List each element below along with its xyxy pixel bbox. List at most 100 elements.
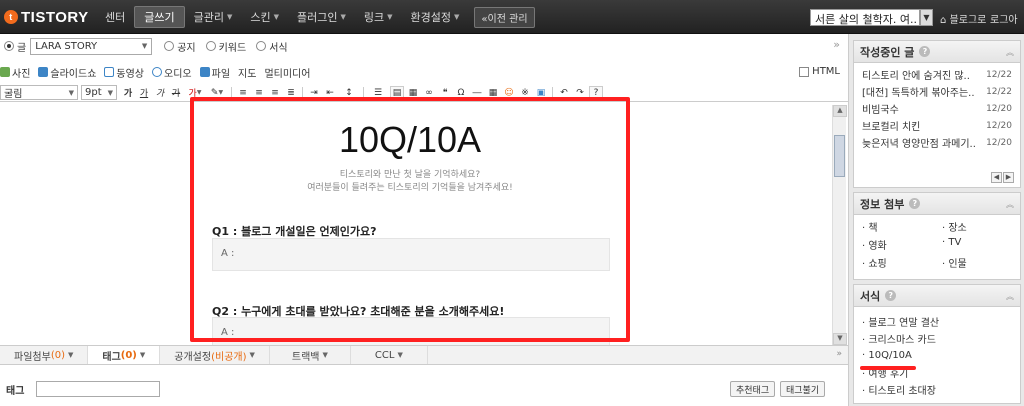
collapse-icon[interactable]: » bbox=[833, 38, 840, 51]
font-select[interactable]: 굴림 ▼ bbox=[0, 85, 78, 100]
expand-icon[interactable]: » bbox=[836, 349, 842, 359]
info-movie[interactable]: · 영화 bbox=[862, 237, 942, 252]
text-box-icon[interactable]: ▤ bbox=[390, 85, 404, 100]
help-icon[interactable]: ? bbox=[589, 85, 603, 100]
radio-keyword[interactable]: 키워드 bbox=[205, 39, 246, 54]
chevron-down-icon: ▼ bbox=[227, 13, 233, 21]
insert-audio-button[interactable]: 오디오 bbox=[152, 65, 192, 80]
prev-admin-button[interactable]: «이전 관리 bbox=[474, 6, 535, 28]
tab-trackback[interactable]: 트랙백 ▼ bbox=[270, 346, 351, 364]
format-item[interactable]: · 블로그 연말 결산 bbox=[862, 313, 1012, 330]
format-item-selected[interactable]: · 10Q/10A bbox=[862, 347, 1012, 364]
quote-icon[interactable]: ❝ bbox=[438, 86, 452, 100]
radio-post[interactable]: 글 bbox=[4, 39, 26, 54]
help-icon[interactable]: ? bbox=[885, 290, 897, 301]
info-shopping[interactable]: · 쇼핑 bbox=[862, 255, 942, 270]
tag-input[interactable] bbox=[36, 381, 161, 397]
emoticon-icon[interactable]: ☺ bbox=[502, 86, 516, 100]
chevron-down-icon[interactable]: ▼ bbox=[920, 9, 933, 26]
table-icon[interactable]: ▦ bbox=[486, 86, 500, 100]
blog-link[interactable]: ⌂ 블로그로 bbox=[940, 11, 986, 26]
insert-multimedia-button[interactable]: 멀티미디어 bbox=[264, 65, 310, 80]
tistory-logo[interactable]: t TISTORY bbox=[4, 8, 89, 26]
insert-photo-button[interactable]: 사진 bbox=[0, 65, 30, 80]
nav-skin[interactable]: 스킨 ▼ bbox=[241, 6, 288, 28]
nav-write[interactable]: 글쓰기 bbox=[134, 6, 185, 28]
info-place[interactable]: · 장소 bbox=[942, 219, 1022, 234]
font-size-select[interactable]: 9pt ▼ bbox=[81, 85, 117, 100]
link-icon[interactable]: ∞ bbox=[422, 86, 436, 100]
nav-settings[interactable]: 환경설정 ▼ bbox=[402, 6, 469, 28]
answer-2-box[interactable]: A : bbox=[212, 317, 610, 345]
tab-label: 공개설정 bbox=[174, 351, 212, 363]
prev-page-icon[interactable]: ◀ bbox=[991, 172, 1002, 183]
blog-select[interactable]: 서른 살의 철학자. 여.. bbox=[810, 9, 920, 26]
insert-slideshow-button[interactable]: 슬라이드쇼 bbox=[38, 65, 96, 80]
insert-file-button[interactable]: 파일 bbox=[199, 65, 230, 80]
save-icon[interactable]: ▣ bbox=[534, 86, 548, 100]
separator bbox=[552, 86, 553, 99]
scroll-down-icon[interactable]: ▼ bbox=[833, 333, 847, 345]
logout-link[interactable]: 로그아 bbox=[990, 11, 1018, 26]
info-tv[interactable]: · TV bbox=[942, 237, 1022, 252]
draft-item[interactable]: 브로컬리 치킨 12/20 bbox=[862, 117, 1012, 134]
insert-video-button[interactable]: 동영상 bbox=[104, 65, 144, 80]
scroll-thumb[interactable] bbox=[834, 135, 845, 177]
collapse-icon[interactable]: ︽ bbox=[1006, 199, 1014, 210]
next-page-icon[interactable]: ▶ bbox=[1003, 172, 1014, 183]
category-select[interactable]: LARA STORY ▼ bbox=[30, 37, 153, 55]
special-char-icon[interactable]: Ω bbox=[454, 86, 468, 100]
chevron-down-icon: ▼ bbox=[141, 42, 148, 50]
help-icon[interactable]: ? bbox=[909, 198, 921, 209]
page-break-icon[interactable]: ▦ bbox=[406, 86, 420, 100]
align-left-icon[interactable]: ≡ bbox=[236, 86, 250, 100]
bold-button[interactable]: 가 bbox=[121, 86, 135, 100]
insert-map-button[interactable]: 지도 bbox=[238, 65, 256, 80]
info-book[interactable]: · 책 bbox=[862, 219, 942, 234]
draft-item[interactable]: 늦은저녁 영양만점 과메기.. 12/20 bbox=[862, 134, 1012, 151]
outdent-icon[interactable]: ⇤ bbox=[323, 86, 337, 100]
list-icon[interactable]: ☰ bbox=[368, 86, 388, 100]
hr-icon[interactable]: ― bbox=[470, 86, 484, 100]
collapse-icon[interactable]: ︽ bbox=[1006, 291, 1014, 302]
redo-icon[interactable]: ↷ bbox=[573, 86, 587, 100]
format-item[interactable]: · 크리스마스 카드 bbox=[862, 330, 1012, 347]
draft-item[interactable]: 비빔국수 12/20 bbox=[862, 100, 1012, 117]
collapse-icon[interactable]: ︽ bbox=[1006, 47, 1014, 58]
answer-1-box[interactable]: A : bbox=[212, 238, 610, 271]
radio-notice[interactable]: 공지 bbox=[164, 39, 196, 54]
line-height-icon[interactable]: ↕ bbox=[339, 86, 359, 100]
strike-button[interactable]: 가 bbox=[169, 86, 183, 100]
align-justify-icon[interactable]: ≣ bbox=[284, 86, 298, 100]
load-tag-button[interactable]: 태그불기 bbox=[780, 381, 826, 397]
undo-icon[interactable]: ↶ bbox=[557, 86, 571, 100]
nav-link[interactable]: 링크 ▼ bbox=[355, 6, 402, 28]
info-person[interactable]: · 인물 bbox=[942, 255, 1022, 270]
chevron-down-icon: ▼ bbox=[67, 351, 74, 359]
italic-button[interactable]: 가 bbox=[153, 86, 167, 100]
nav-post-manage[interactable]: 글관리 ▼ bbox=[185, 6, 242, 28]
format-item[interactable]: · 티스토리 초대장 bbox=[862, 381, 1012, 398]
editor-area[interactable]: 10Q/10A 티스토리와 만난 첫 날을 기억하세요? 여러분들이 들려주는 … bbox=[0, 105, 832, 345]
highlight-button[interactable]: ✎ ▼ bbox=[207, 86, 227, 100]
recommend-tag-button[interactable]: 추천태그 bbox=[730, 381, 776, 397]
nav-center[interactable]: 센터 bbox=[96, 6, 134, 28]
indent-icon[interactable]: ⇥ bbox=[307, 86, 321, 100]
html-mode-checkbox[interactable]: HTML bbox=[799, 66, 840, 77]
underline-button[interactable]: 가 bbox=[137, 86, 151, 100]
align-right-icon[interactable]: ≡ bbox=[268, 86, 282, 100]
help-icon[interactable]: ? bbox=[919, 46, 931, 57]
align-center-icon[interactable]: ≡ bbox=[252, 86, 266, 100]
editor-scrollbar[interactable]: ▲ ▼ bbox=[832, 105, 847, 345]
tab-ccl[interactable]: CCL ▼ bbox=[351, 346, 428, 364]
font-color-button[interactable]: 가 ▼ bbox=[185, 86, 205, 100]
tab-visibility[interactable]: 공개설정 (비공개) ▼ bbox=[160, 346, 270, 364]
draft-item[interactable]: 티스토리 안에 숨겨진 많.. 12/22 bbox=[862, 66, 1012, 83]
tab-tag[interactable]: 태그 (0) ▼ bbox=[88, 346, 161, 364]
nav-plugin[interactable]: 플러그인 ▼ bbox=[288, 6, 355, 28]
scroll-up-icon[interactable]: ▲ bbox=[833, 105, 847, 117]
draft-item[interactable]: [대전] 독특하게 볶아주는.. 12/22 bbox=[862, 83, 1012, 100]
tab-attach[interactable]: 파일첨부 (0) ▼ bbox=[0, 346, 89, 364]
more-icon[interactable]: ※ bbox=[518, 86, 532, 100]
radio-format[interactable]: 서식 bbox=[256, 39, 288, 54]
